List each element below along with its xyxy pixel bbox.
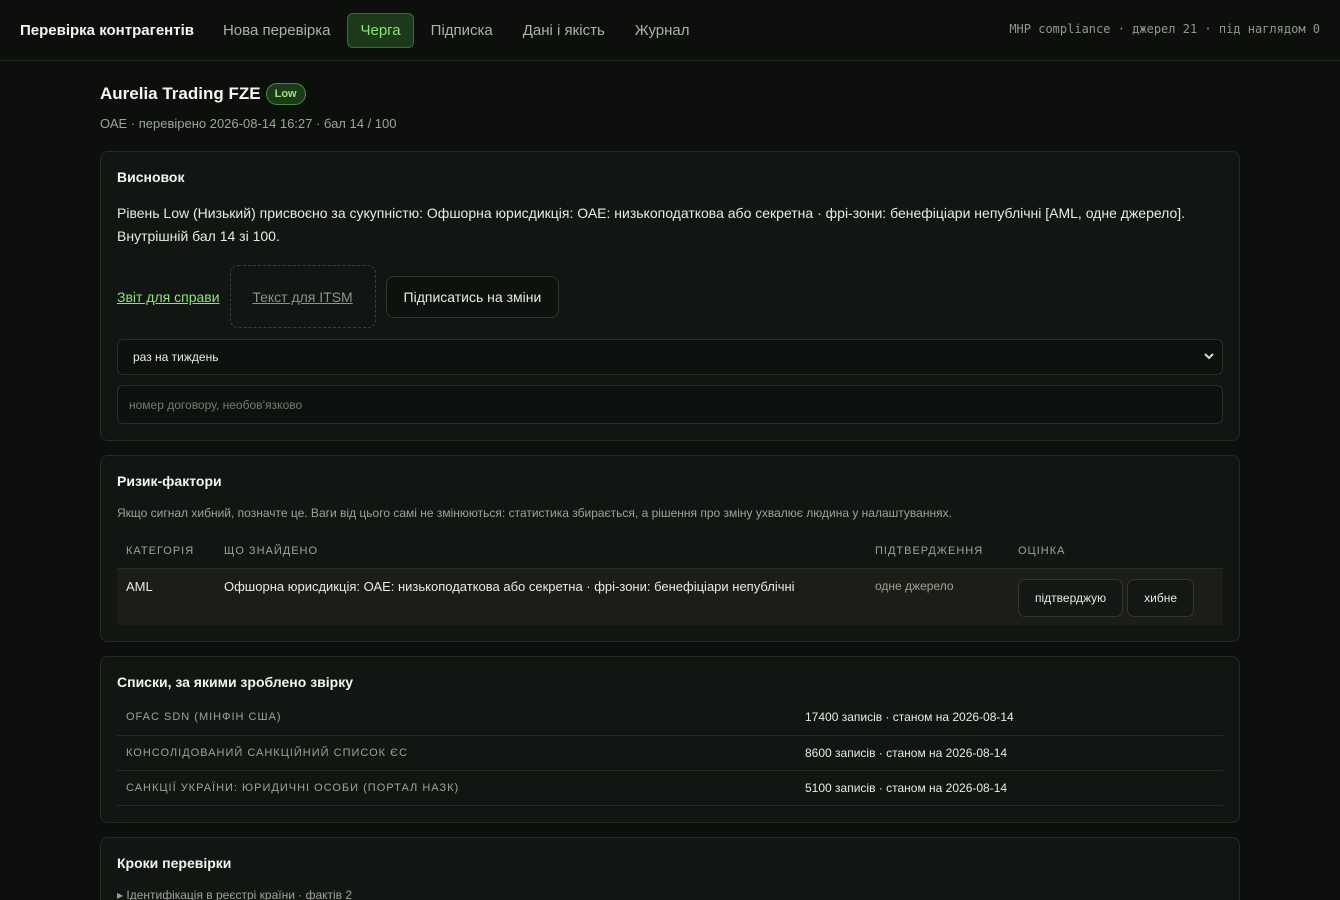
mark-false-button[interactable]: хибне: [1127, 579, 1195, 617]
list-item: OFAC SDN (МІНФІН США) 17400 записів · ст…: [117, 700, 1223, 736]
check-steps-heading: Кроки перевірки: [117, 854, 232, 871]
conclusion-text: Рівень Low (Низький) присвоєно за сукупн…: [117, 205, 1186, 244]
check-steps-card: Кроки перевірки ▸ Ідентифікація в реєстр…: [100, 836, 1240, 900]
status-meta: MHP compliance · джерел 21 · під наглядо…: [1009, 22, 1320, 36]
top-navigation: Перевірка контрагентів Нова перевірка Че…: [0, 0, 1340, 61]
list-info: 8600 записів · станом на 2026-08-14: [796, 735, 1223, 771]
nav-journal[interactable]: Журнал: [622, 13, 703, 48]
screening-lists-heading: Списки, за якими зроблено звірку: [117, 674, 353, 690]
list-name: OFAC SDN (МІНФІН США): [117, 700, 796, 736]
column-header-rating: ОЦІНКА: [1009, 537, 1223, 569]
column-header-category: КАТЕГОРІЯ: [117, 537, 215, 569]
conclusion-card: Висновок Рівень Low (Низький) присвоєно …: [100, 151, 1240, 441]
nav-new-check[interactable]: Нова перевірка: [210, 13, 344, 48]
page-title: Aurelia Trading FZE: [100, 84, 261, 103]
confirm-button[interactable]: підтверджую: [1018, 579, 1124, 617]
list-item: КОНСОЛІДОВАНИЙ САНКЦІЙНИЙ СПИСОК ЄС 8600…: [117, 735, 1223, 771]
itsm-text-button[interactable]: Текст для ITSM: [229, 265, 376, 328]
conclusion-actions: Звіт для справи Текст для ITSM Підписати…: [117, 265, 1223, 328]
case-report-link[interactable]: Звіт для справи: [117, 289, 220, 305]
factor-rating: підтверджую хибне: [1009, 569, 1223, 626]
conclusion-heading: Висновок: [117, 169, 185, 185]
page-header: Aurelia Trading FZE Low: [100, 83, 1240, 105]
app-brand: Перевірка контрагентів: [20, 21, 194, 39]
risk-level-badge: Low: [265, 83, 306, 105]
list-item: САНКЦІЇ УКРАЇНИ: ЮРИДИЧНІ ОСОБИ (ПОРТАЛ …: [117, 770, 1223, 806]
factor-category: AML: [126, 579, 153, 594]
nav-data-quality[interactable]: Дані і якість: [510, 13, 618, 48]
screening-lists-card: Списки, за якими зроблено звірку OFAC SD…: [100, 656, 1240, 823]
risk-factors-hint: Якщо сигнал хибний, позначте це. Ваги ві…: [117, 506, 952, 520]
risk-factors-heading: Ризик-фактори: [117, 473, 222, 489]
check-step-item[interactable]: ▸ Ідентифікація в реєстрі країни · факті…: [117, 888, 1223, 900]
factor-confirmation: одне джерело: [875, 579, 954, 593]
risk-factors-table: КАТЕГОРІЯ ЩО ЗНАЙДЕНО ПІДТВЕРДЖЕННЯ ОЦІН…: [117, 537, 1223, 625]
nav-subscription[interactable]: Підписка: [418, 13, 506, 48]
column-header-confirmation: ПІДТВЕРДЖЕННЯ: [866, 537, 1009, 569]
list-info: 17400 записів · станом на 2026-08-14: [796, 700, 1223, 736]
main-content: Aurelia Trading FZE Low ОАЕ · перевірено…: [100, 61, 1240, 900]
factor-finding: Офшорна юрисдикція: ОАЕ: низькоподаткова…: [224, 579, 795, 594]
nav-queue[interactable]: Черга: [347, 12, 414, 48]
list-name: КОНСОЛІДОВАНИЙ САНКЦІЙНИЙ СПИСОК ЄС: [117, 735, 796, 771]
list-info: 5100 записів · станом на 2026-08-14: [796, 770, 1223, 806]
subscribe-button[interactable]: Підписатись на зміни: [385, 275, 560, 318]
frequency-select[interactable]: раз на тиждень: [117, 339, 1223, 375]
screening-lists-table: OFAC SDN (МІНФІН США) 17400 записів · ст…: [117, 700, 1223, 806]
contract-number-input[interactable]: номер договору, необов’язково: [117, 385, 1223, 424]
risk-factors-card: Ризик-фактори Якщо сигнал хибний, познач…: [100, 455, 1240, 642]
chevron-down-icon: [1204, 351, 1214, 363]
list-name: САНКЦІЇ УКРАЇНИ: ЮРИДИЧНІ ОСОБИ (ПОРТАЛ …: [117, 770, 796, 806]
table-row: AML Офшорна юрисдикція: ОАЕ: низькоподат…: [117, 568, 1223, 626]
frequency-selected-value: раз на тиждень: [133, 350, 219, 364]
column-header-finding: ЩО ЗНАЙДЕНО: [215, 537, 866, 569]
page-subtitle: ОАЕ · перевірено 2026-08-14 16:27 · бал …: [100, 116, 397, 131]
